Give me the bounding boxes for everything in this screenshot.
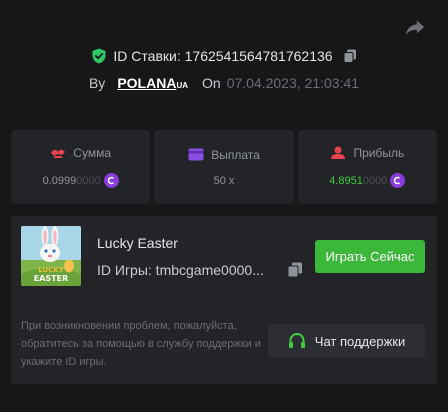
bet-id-row: ID Ставки: 1762541564781762136 <box>0 48 448 64</box>
stat-profit-label: Прибыль <box>353 146 405 160</box>
support-chat-label: Чат поддержки <box>314 333 406 349</box>
on-label: On <box>202 75 221 91</box>
game-thumbnail[interactable]: LUCKY EASTER <box>21 226 81 286</box>
coin-icon <box>103 173 119 188</box>
game-card: LUCKY EASTER Lucky Easter ID Игры: tmbcg… <box>11 216 437 384</box>
stat-amount-value: 0.0999 <box>42 174 77 187</box>
stat-profit: Прибыль 4.8951 0000 <box>297 130 437 204</box>
bet-date: 07.04.2023, 21:03:41 <box>226 75 360 91</box>
share-icon[interactable] <box>404 16 426 38</box>
wallet-icon <box>188 148 204 161</box>
bet-id-text: ID Ставки: 1762541564781762136 <box>113 48 333 64</box>
username-suffix: UA <box>176 81 188 90</box>
username[interactable]: POLANA <box>117 75 176 91</box>
stat-amount: Сумма 0.0999 0000 <box>11 130 151 204</box>
stat-profit-value-trailing: 0000 <box>362 174 388 187</box>
bet-author-row: By POLANAUA On 07.04.2023, 21:03:41 <box>0 75 448 91</box>
game-title: Lucky Easter <box>97 235 178 251</box>
bet-amount-icon <box>51 149 66 158</box>
username-link[interactable]: POLANAUA <box>117 75 196 91</box>
thumb-text-easter: EASTER <box>34 274 69 283</box>
support-chat-button[interactable]: Чат поддержки <box>268 324 425 358</box>
bet-stats: Сумма 0.0999 0000 Выплата 50 x Прибыль 4… <box>11 130 437 204</box>
game-thumbnail-image: LUCKY EASTER <box>21 226 81 286</box>
support-help-text: При возникновении проблем, пожалуйста, о… <box>21 320 261 368</box>
stat-amount-label: Сумма <box>73 146 112 160</box>
coin-icon <box>390 173 406 188</box>
game-id: ID Игры: tmbcgame0000... <box>97 262 264 278</box>
stat-payout: Выплата 50 x <box>154 130 294 204</box>
play-now-button[interactable]: Играть Сейчас <box>315 240 425 273</box>
stat-profit-value: 4.8951 <box>329 174 363 187</box>
stat-payout-label: Выплата <box>211 147 260 162</box>
stat-payout-value: 50 x <box>213 174 235 187</box>
profit-icon <box>331 146 346 159</box>
copy-icon[interactable] <box>287 262 303 278</box>
copy-icon[interactable] <box>343 49 357 63</box>
shield-check-icon <box>92 48 106 64</box>
stat-amount-value-trailing: 0000 <box>76 174 101 187</box>
headset-icon <box>288 333 305 348</box>
by-label: By <box>88 75 106 91</box>
thumb-text-lucky: LUCKY <box>38 266 64 274</box>
